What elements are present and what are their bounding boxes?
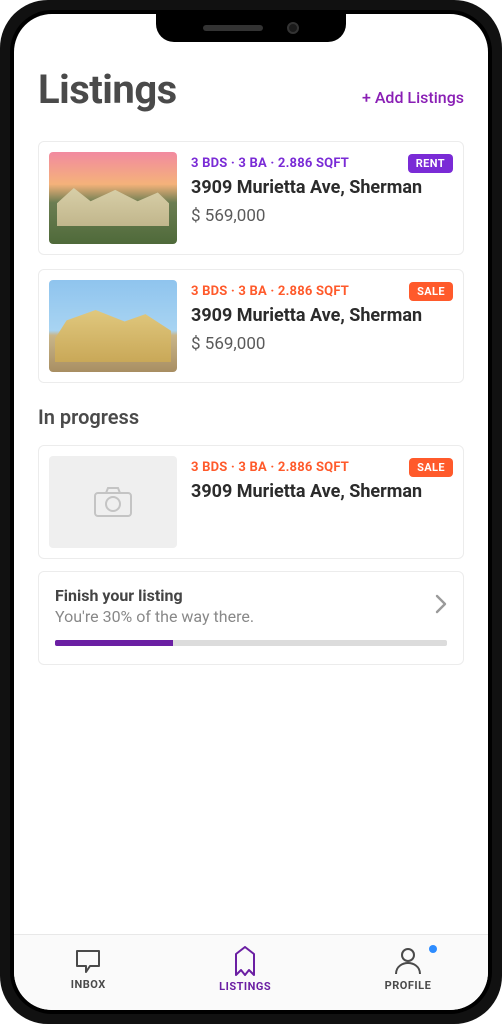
nav-label: INBOX (71, 978, 106, 991)
notification-dot-icon (429, 945, 437, 953)
listing-meta: 3 BDS · 3 BA · 2.886 SQFT (191, 156, 349, 171)
listing-meta: 3 BDS · 3 BA · 2.886 SQFT (191, 284, 349, 299)
finish-listing-card[interactable]: Finish your listing You're 30% of the wa… (38, 571, 464, 665)
phone-notch (156, 14, 346, 42)
add-listings-button[interactable]: + Add Listings (362, 88, 464, 107)
listing-price: $ 569,000 (191, 334, 453, 354)
listing-badge: SALE (409, 282, 453, 301)
listing-card[interactable]: 3 BDS · 3 BA · 2.886 SQFT RENT 3909 Muri… (38, 141, 464, 255)
listing-meta: 3 BDS · 3 BA · 2.886 SQFT (191, 460, 349, 475)
listing-price: $ 569,000 (191, 206, 453, 226)
nav-label: PROFILE (385, 979, 432, 992)
listing-thumbnail (49, 152, 177, 244)
progress-bar (55, 640, 447, 646)
chat-icon (74, 948, 102, 974)
camera-icon (94, 487, 132, 517)
speaker-icon (203, 25, 263, 31)
profile-icon (394, 947, 422, 975)
camera-icon (287, 22, 299, 34)
listing-address: 3909 Murietta Ave, Sherman (191, 305, 453, 328)
bottom-nav: INBOX LISTINGS PROFILE (14, 934, 488, 1010)
section-in-progress-title: In progress (38, 405, 464, 429)
listings-icon (232, 946, 258, 976)
listing-address: 3909 Murietta Ave, Sherman (191, 177, 453, 200)
nav-label: LISTINGS (219, 980, 271, 993)
listing-badge: SALE (409, 458, 453, 477)
nav-inbox[interactable]: INBOX (71, 948, 106, 991)
nav-listings[interactable]: LISTINGS (219, 946, 271, 993)
listing-badge: RENT (408, 154, 453, 173)
nav-profile[interactable]: PROFILE (385, 947, 432, 992)
app-screen: Listings + Add Listings 3 BDS · 3 BA · 2… (14, 14, 488, 1010)
progress-fill (55, 640, 173, 646)
phone-frame: Listings + Add Listings 3 BDS · 3 BA · 2… (0, 0, 502, 1024)
in-progress-listing-card[interactable]: 3 BDS · 3 BA · 2.886 SQFT SALE 3909 Muri… (38, 445, 464, 559)
progress-subtitle: You're 30% of the way there. (55, 607, 447, 626)
listing-thumbnail-placeholder (49, 456, 177, 548)
page-title: Listings (38, 66, 177, 113)
listing-card[interactable]: 3 BDS · 3 BA · 2.886 SQFT SALE 3909 Muri… (38, 269, 464, 383)
progress-title: Finish your listing (55, 586, 447, 605)
chevron-right-icon (435, 594, 447, 618)
listing-thumbnail (49, 280, 177, 372)
listing-address: 3909 Murietta Ave, Sherman (191, 481, 453, 504)
